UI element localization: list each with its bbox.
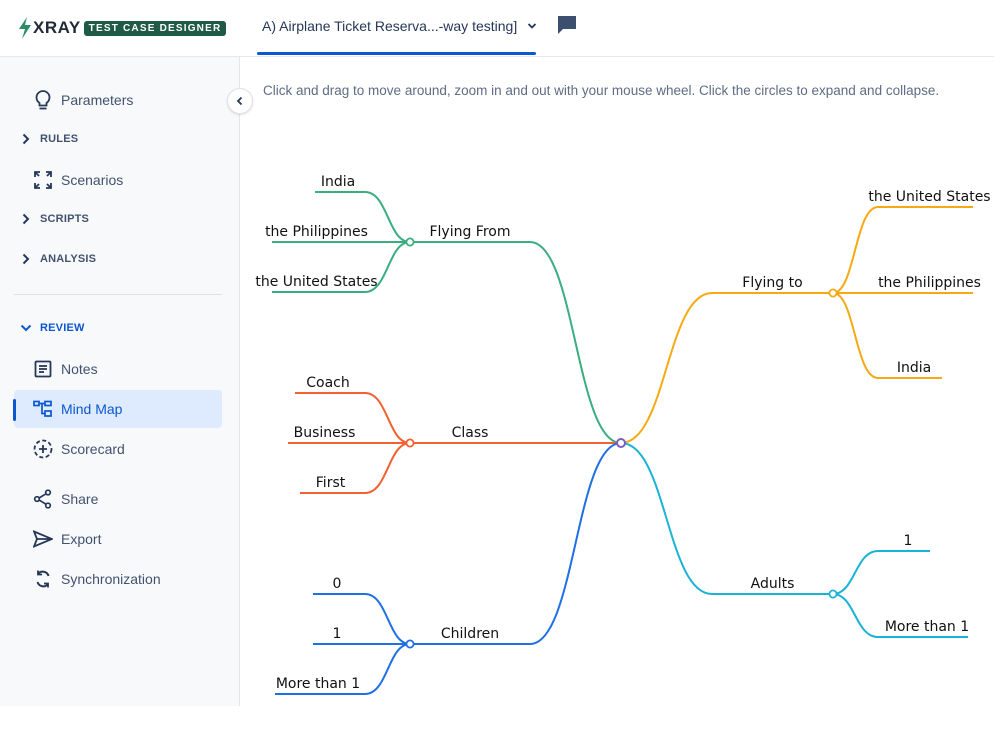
leaf-label: Business [294,425,356,441]
sidebar-item-label: Notes [61,361,98,377]
sidebar-item-label: Parameters [61,92,134,108]
branch-label: Flying From [429,224,510,240]
comment-icon[interactable] [557,15,577,35]
section-label: RULES [40,133,79,145]
chevron-right-icon [22,133,30,145]
mind-map-hint: Click and drag to move around, zoom in a… [263,83,940,98]
expand-arrows-icon [32,169,54,191]
leaf-label: First [316,475,346,491]
notes-icon [32,358,54,380]
sidebar-divider [14,294,222,295]
leaf-label: the United States [868,189,990,205]
root-toggle-circle[interactable] [616,438,626,448]
branch-link [620,442,833,595]
chevron-down-icon [20,324,32,332]
branch-adults: Adults 1 More than 1 [620,442,969,638]
sidebar-section-rules[interactable]: RULES [20,133,78,145]
leaf-label: India [321,174,355,190]
leaf-label: More than 1 [885,619,969,635]
app-logo: XRAY TEST CASE DESIGNER [18,17,227,39]
leaf-label: the United States [255,274,377,290]
sidebar-item-parameters[interactable]: Parameters [14,81,222,119]
leaf-label: More than 1 [276,676,360,692]
logo-badge: TEST CASE DESIGNER [83,20,227,36]
sidebar-item-label: Share [61,491,99,507]
sidebar-item-export[interactable]: Export [14,520,222,558]
sidebar-item-label: Mind Map [61,401,123,417]
section-label: ANALYSIS [40,253,97,265]
sidebar-item-label: Scenarios [61,172,124,188]
active-item-indicator [13,399,16,421]
leaf-label: India [897,360,931,376]
top-bar: XRAY TEST CASE DESIGNER A) Airplane Tick… [0,0,994,57]
leaf-link [313,593,411,645]
leaf-label: 1 [904,533,913,549]
sidebar-item-synchronization[interactable]: Synchronization [14,560,222,598]
branch-link [620,292,833,444]
section-label: SCRIPTS [40,213,90,225]
leaf-label: 0 [333,576,342,592]
bolt-icon [19,17,31,39]
leaf-label: 1 [333,626,342,642]
sidebar-section-scripts[interactable]: SCRIPTS [20,213,89,225]
active-tab-indicator [257,52,536,55]
branch-label: Class [452,425,489,441]
branch-toggle-circle[interactable] [828,288,838,298]
sync-icon [32,568,54,590]
branch-link [410,241,622,444]
sidebar-item-label: Scorecard [61,441,125,457]
scorecard-icon [32,438,54,460]
document-title-dropdown[interactable]: A) Airplane Ticket Reserva...-way testin… [262,18,537,34]
lightbulb-icon [32,89,54,111]
sidebar-item-scorecard[interactable]: Scorecard [14,430,222,468]
branch-flying-to: Flying to the United States the Philippine… [620,189,991,444]
document-title: A) Airplane Ticket Reserva...-way testin… [262,18,518,34]
leaf-label: the Philippines [265,224,368,240]
leaf-label: the Philippines [878,275,981,291]
chevron-right-icon [22,253,30,265]
sidebar-item-share[interactable]: Share [14,480,222,518]
send-icon [32,528,54,550]
mind-map-icon [32,398,54,420]
branch-label: Flying to [742,275,802,291]
branch-label: Adults [751,576,795,592]
branch-toggle-circle[interactable] [405,237,415,247]
branch-class: Class Coach Business First [288,375,621,494]
sidebar-item-notes[interactable]: Notes [14,350,222,388]
sidebar-section-analysis[interactable]: ANALYSIS [20,253,96,265]
logo-text: XRAY [33,18,81,37]
section-label: REVIEW [40,322,85,334]
branch-flying-from: Flying From India the Philippines the Unite… [255,174,622,444]
sidebar-item-label: Export [61,531,102,547]
share-icon [32,488,54,510]
leaf-link [832,550,930,595]
chevron-down-icon [528,23,537,29]
branch-toggle-circle[interactable] [828,589,838,599]
chevron-left-icon [236,96,243,106]
branch-link [410,442,622,645]
branch-toggle-circle[interactable] [405,438,415,448]
mind-map-canvas[interactable]: Flying From India the Philippines the Unite… [240,110,994,706]
branch-toggle-circle[interactable] [405,639,415,649]
sidebar-item-label: Synchronization [61,571,161,587]
chevron-right-icon [22,213,30,225]
branch-label: Children [441,626,499,642]
sidebar-item-mind-map[interactable]: Mind Map [14,390,222,428]
leaf-label: Coach [306,375,350,391]
sidebar-item-scenarios[interactable]: Scenarios [14,161,222,199]
sidebar-section-review[interactable]: REVIEW [20,322,85,334]
